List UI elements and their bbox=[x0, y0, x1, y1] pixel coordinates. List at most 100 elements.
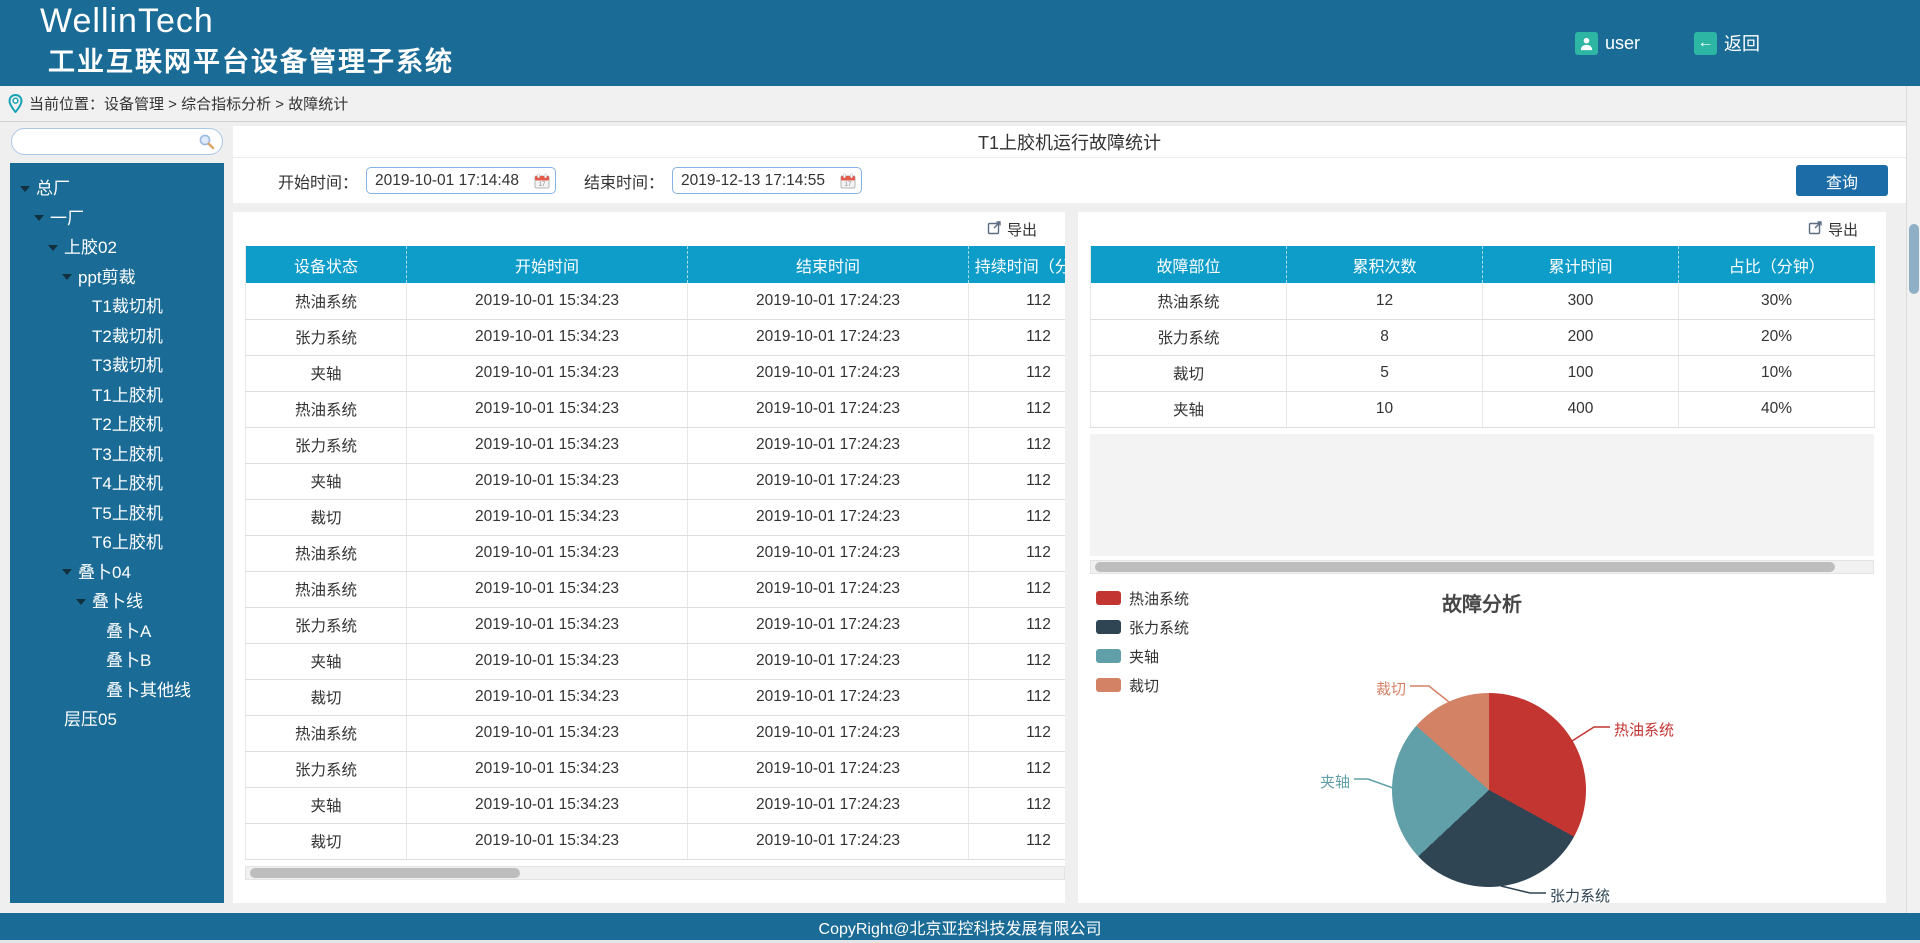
tree-item[interactable]: T6上胶机 bbox=[10, 526, 224, 556]
cell-duration: 112 bbox=[969, 283, 1066, 319]
expand-arrow-icon[interactable] bbox=[76, 590, 92, 610]
page-title: T1上胶机运行故障统计 bbox=[978, 129, 1161, 155]
cell-device-status: 裁切 bbox=[246, 499, 407, 535]
tree-item[interactable]: 层压05 bbox=[10, 703, 224, 733]
table-row: 裁切 2019-10-01 15:34:23 2019-10-01 17:24:… bbox=[246, 499, 1066, 535]
svg-text:17: 17 bbox=[539, 182, 546, 188]
cell-start-time: 2019-10-01 15:34:23 bbox=[407, 427, 688, 463]
calendar-icon[interactable]: 17 bbox=[534, 173, 550, 194]
cell-start-time: 2019-10-01 15:34:23 bbox=[407, 787, 688, 823]
cell-start-time: 2019-10-01 15:34:23 bbox=[407, 823, 688, 859]
end-time-input[interactable] bbox=[681, 169, 831, 192]
scrollbar-thumb[interactable] bbox=[1909, 224, 1919, 294]
export-button-right[interactable]: 导出 bbox=[1808, 219, 1858, 240]
search-icon[interactable] bbox=[198, 133, 215, 155]
column-header: 结束时间 bbox=[688, 246, 969, 283]
fault-analysis-chart: 故障分析 热油系统 张力系统 夹轴 裁切 bbox=[1078, 574, 1886, 904]
tree-item[interactable]: T1裁切机 bbox=[10, 290, 224, 320]
tree-item[interactable]: T4上胶机 bbox=[10, 467, 224, 497]
legend-item[interactable]: 张力系统 bbox=[1096, 617, 1189, 638]
expand-arrow-icon[interactable] bbox=[48, 236, 64, 256]
search-input[interactable] bbox=[22, 130, 192, 153]
cell-device-status: 张力系统 bbox=[246, 607, 407, 643]
cell-device-status: 热油系统 bbox=[246, 283, 407, 319]
scrollbar-thumb[interactable] bbox=[250, 868, 520, 878]
fault-summary-table: 故障部位 累积次数 累计时间 占比（分钟） 热油系统 12 300 30% 张力… bbox=[1078, 246, 1886, 428]
query-button[interactable]: 查询 bbox=[1796, 165, 1888, 196]
location-pin-icon bbox=[8, 94, 23, 113]
calendar-icon[interactable]: 17 bbox=[840, 173, 856, 194]
user-menu[interactable]: user bbox=[1575, 0, 1640, 86]
tree-item[interactable]: T5上胶机 bbox=[10, 497, 224, 527]
cell-end-time: 2019-10-01 17:24:23 bbox=[688, 643, 969, 679]
tree-item[interactable]: 叠卜B bbox=[10, 644, 224, 674]
tree-item[interactable]: 叠卜04 bbox=[10, 556, 224, 586]
sidebar-search bbox=[11, 128, 223, 155]
expand-arrow-icon[interactable] bbox=[62, 560, 78, 580]
tree-item[interactable]: 总厂 bbox=[10, 172, 224, 202]
export-button-left[interactable]: 导出 bbox=[987, 219, 1037, 240]
table-row: 裁切 5 100 10% bbox=[1091, 355, 1875, 391]
tree-item[interactable]: 上胶02 bbox=[10, 231, 224, 261]
table-row: 热油系统 2019-10-01 15:34:23 2019-10-01 17:2… bbox=[246, 715, 1066, 751]
tree-item[interactable]: 一厂 bbox=[10, 202, 224, 232]
cell-duration: 112 bbox=[969, 499, 1066, 535]
table-row: 张力系统 2019-10-01 15:34:23 2019-10-01 17:2… bbox=[246, 427, 1066, 463]
end-time-picker: 17 bbox=[672, 167, 862, 194]
column-header: 占比（分钟） bbox=[1679, 246, 1875, 283]
cell-start-time: 2019-10-01 15:34:23 bbox=[407, 499, 688, 535]
cell-total-time: 200 bbox=[1483, 319, 1679, 355]
tree-item[interactable]: 叠卜其他线 bbox=[10, 674, 224, 704]
legend-swatch bbox=[1096, 620, 1121, 634]
expand-arrow-icon[interactable] bbox=[34, 206, 50, 226]
cell-ratio: 30% bbox=[1679, 283, 1875, 319]
tree-item[interactable]: T1上胶机 bbox=[10, 379, 224, 409]
cell-total-time: 400 bbox=[1483, 391, 1679, 427]
cell-fault-part: 热油系统 bbox=[1091, 283, 1287, 319]
table-header-row: 故障部位 累积次数 累计时间 占比（分钟） bbox=[1091, 246, 1875, 283]
back-button[interactable]: ← 返回 bbox=[1694, 0, 1760, 86]
legend-item[interactable]: 裁切 bbox=[1096, 675, 1189, 696]
tree-item[interactable]: T3上胶机 bbox=[10, 438, 224, 468]
tree-item[interactable]: 叠卜线 bbox=[10, 585, 224, 615]
tree-item[interactable]: T2上胶机 bbox=[10, 408, 224, 438]
table-header-row: 设备状态 开始时间 结束时间 持续时间（分钟） bbox=[246, 246, 1066, 283]
table-row: 热油系统 12 300 30% bbox=[1091, 283, 1875, 319]
cell-duration: 112 bbox=[969, 679, 1066, 715]
cell-start-time: 2019-10-01 15:34:23 bbox=[407, 355, 688, 391]
end-time-label: 结束时间： bbox=[584, 169, 664, 193]
cell-start-time: 2019-10-01 15:34:23 bbox=[407, 391, 688, 427]
tree-item[interactable]: 叠卜A bbox=[10, 615, 224, 645]
fault-summary-panel: 导出 故障部位 累积次数 累计时间 占比（分钟） 热油系统 12 300 30% bbox=[1078, 212, 1886, 903]
legend-item[interactable]: 夹轴 bbox=[1096, 646, 1189, 667]
cell-duration: 112 bbox=[969, 355, 1066, 391]
tree-item[interactable]: T3裁切机 bbox=[10, 349, 224, 379]
table-row: 裁切 2019-10-01 15:34:23 2019-10-01 17:24:… bbox=[246, 823, 1066, 859]
scrollbar-thumb[interactable] bbox=[1095, 562, 1835, 572]
cell-total-time: 300 bbox=[1483, 283, 1679, 319]
expand-arrow-icon[interactable] bbox=[20, 177, 36, 197]
pie[interactable] bbox=[1392, 693, 1586, 887]
cell-start-time: 2019-10-01 15:34:23 bbox=[407, 319, 688, 355]
tree-item[interactable]: T2裁切机 bbox=[10, 320, 224, 350]
table-row: 夹轴 2019-10-01 15:34:23 2019-10-01 17:24:… bbox=[246, 643, 1066, 679]
cell-end-time: 2019-10-01 17:24:23 bbox=[688, 679, 969, 715]
cell-end-time: 2019-10-01 17:24:23 bbox=[688, 607, 969, 643]
cell-start-time: 2019-10-01 15:34:23 bbox=[407, 607, 688, 643]
cell-device-status: 裁切 bbox=[246, 823, 407, 859]
cell-device-status: 夹轴 bbox=[246, 643, 407, 679]
chart-legend: 热油系统 张力系统 夹轴 裁切 bbox=[1096, 588, 1189, 696]
pie-label: 热油系统 bbox=[1614, 719, 1674, 740]
cell-start-time: 2019-10-01 15:34:23 bbox=[407, 283, 688, 319]
pie-label: 张力系统 bbox=[1550, 885, 1610, 904]
cell-ratio: 40% bbox=[1679, 391, 1875, 427]
legend-item[interactable]: 热油系统 bbox=[1096, 588, 1189, 609]
expand-arrow-icon[interactable] bbox=[62, 265, 78, 285]
cell-end-time: 2019-10-01 17:24:23 bbox=[688, 427, 969, 463]
breadcrumb-path: 设备管理 > 综合指标分析 > 故障统计 bbox=[104, 93, 348, 114]
cell-device-status: 夹轴 bbox=[246, 463, 407, 499]
tree-item[interactable]: ppt剪裁 bbox=[10, 261, 224, 291]
start-time-input[interactable] bbox=[375, 169, 525, 192]
table-row: 热油系统 2019-10-01 15:34:23 2019-10-01 17:2… bbox=[246, 535, 1066, 571]
query-toolbar: 开始时间： 17 结束时间： 17 查询 bbox=[233, 158, 1906, 203]
